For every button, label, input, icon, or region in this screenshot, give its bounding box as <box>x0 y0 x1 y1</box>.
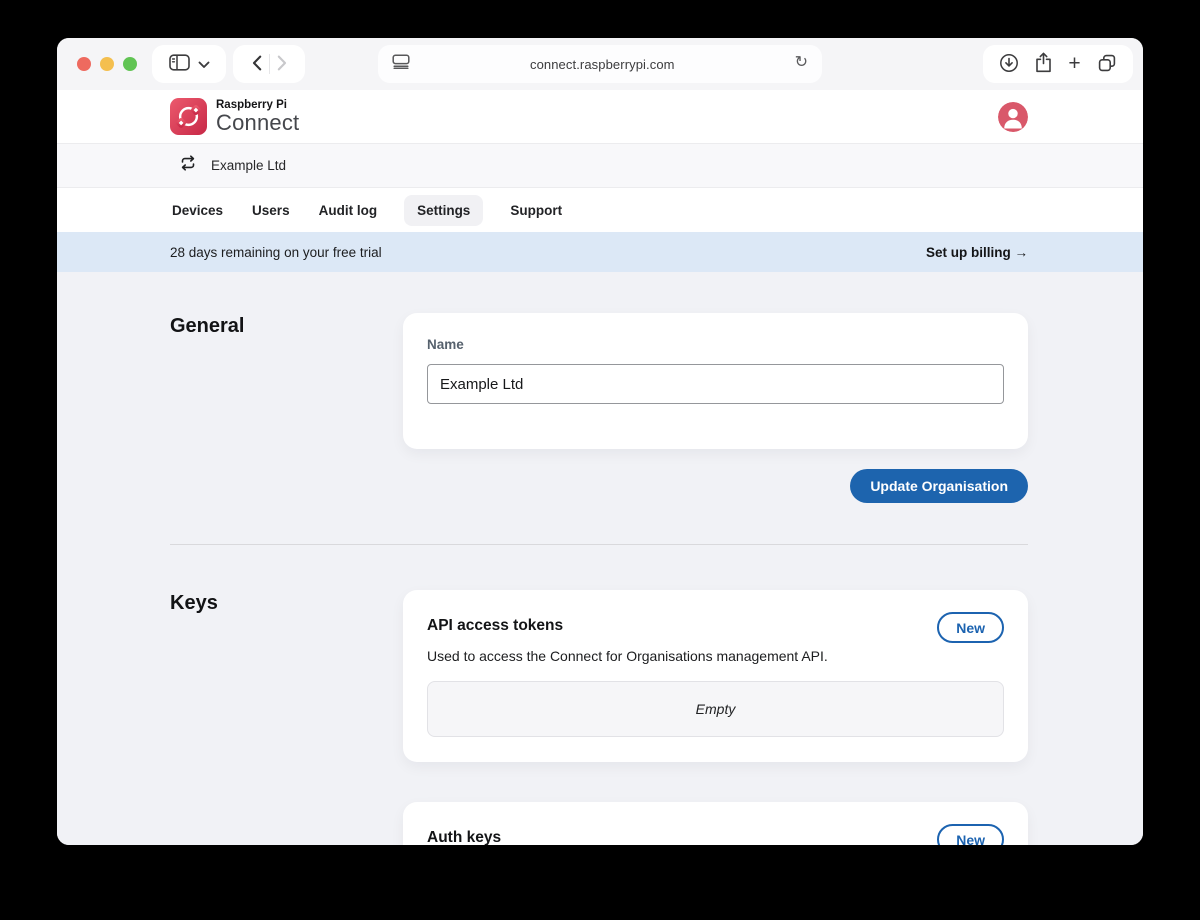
history-nav-group <box>233 45 305 83</box>
general-section: General Name <box>170 313 1028 449</box>
sidebar-icon <box>169 54 190 74</box>
fullscreen-window-button[interactable] <box>123 57 137 71</box>
api-tokens-empty-state: Empty <box>427 681 1004 737</box>
minimize-window-button[interactable] <box>100 57 114 71</box>
toolbar-divider <box>269 54 270 74</box>
chevron-right-icon <box>277 55 287 74</box>
download-icon <box>999 53 1019 76</box>
general-actions: Update Organisation <box>170 469 1028 503</box>
connect-logo-icon <box>170 98 207 135</box>
settings-page: General Name Update Organisation Keys AP… <box>57 272 1143 845</box>
window-controls <box>77 57 137 71</box>
tab-audit-log[interactable]: Audit log <box>317 195 379 226</box>
toolbar-right-group: + <box>983 45 1133 83</box>
browser-window: connect.raspberrypi.com ↻ <box>57 38 1143 845</box>
general-card: Name <box>403 313 1028 449</box>
browser-toolbar: connect.raspberrypi.com ↻ <box>57 38 1143 90</box>
sidebar-chevron-button[interactable] <box>198 57 210 72</box>
forward-button[interactable] <box>277 55 287 74</box>
api-tokens-card: API access tokens New Used to access the… <box>403 590 1028 762</box>
brand-name-label: Connect <box>216 112 299 134</box>
api-tokens-description: Used to access the Connect for Organisat… <box>427 648 1004 664</box>
new-auth-key-button[interactable]: New <box>937 824 1004 845</box>
new-tab-button[interactable]: + <box>1068 54 1080 75</box>
swap-icon <box>178 155 198 176</box>
api-tokens-title: API access tokens <box>427 612 563 636</box>
tab-support[interactable]: Support <box>508 195 564 226</box>
tab-devices[interactable]: Devices <box>170 195 225 226</box>
chevron-left-icon <box>252 55 262 74</box>
new-api-token-button[interactable]: New <box>937 612 1004 643</box>
trial-message: 28 days remaining on your free trial <box>170 245 382 260</box>
sidebar-toggle-group <box>152 45 226 83</box>
name-field-label: Name <box>427 337 1004 352</box>
reload-button[interactable]: ↻ <box>795 56 808 72</box>
downloads-button[interactable] <box>999 53 1019 76</box>
share-button[interactable] <box>1035 52 1052 76</box>
sidebar-toggle-button[interactable] <box>169 54 190 74</box>
empty-state-label: Empty <box>696 701 736 717</box>
desktop-background: { "browser": { "url": "connect.raspberry… <box>0 0 1200 920</box>
org-name-input[interactable] <box>427 364 1004 404</box>
tabs-overview-icon <box>1097 53 1117 76</box>
keys-section: Keys API access tokens New Used to acces… <box>170 590 1028 762</box>
brand-text: Raspberry Pi Connect <box>216 99 299 134</box>
close-window-button[interactable] <box>77 57 91 71</box>
tab-settings[interactable]: Settings <box>404 195 483 226</box>
setup-billing-link[interactable]: Set up billing → <box>926 245 1028 260</box>
url-text: connect.raspberrypi.com <box>410 57 795 72</box>
auth-keys-section: Auth keys New <box>170 802 1028 845</box>
tab-overview-button[interactable] <box>1097 53 1117 76</box>
site-header: Raspberry Pi Connect <box>57 90 1143 143</box>
keys-heading: Keys <box>170 590 403 616</box>
plus-icon: + <box>1068 53 1080 74</box>
address-bar[interactable]: connect.raspberrypi.com ↻ <box>378 45 822 83</box>
back-button[interactable] <box>252 55 262 74</box>
nav-tabs: Devices Users Audit log Settings Support <box>57 188 1143 232</box>
chevron-down-icon <box>198 57 210 72</box>
page-settings-icon[interactable] <box>392 54 410 74</box>
section-divider <box>170 544 1028 545</box>
org-switcher[interactable]: Example Ltd <box>57 143 1143 188</box>
auth-keys-card: Auth keys New <box>403 802 1028 845</box>
brand[interactable]: Raspberry Pi Connect <box>170 98 299 135</box>
org-name-label: Example Ltd <box>211 158 286 173</box>
tab-users[interactable]: Users <box>250 195 292 226</box>
reload-icon: ↻ <box>795 55 808 71</box>
share-icon <box>1035 52 1052 76</box>
update-organisation-button[interactable]: Update Organisation <box>850 469 1028 503</box>
auth-keys-title: Auth keys <box>427 824 501 845</box>
person-icon <box>998 120 1028 132</box>
general-heading: General <box>170 313 403 339</box>
trial-banner: 28 days remaining on your free trial Set… <box>57 232 1143 272</box>
user-avatar[interactable] <box>998 102 1028 132</box>
